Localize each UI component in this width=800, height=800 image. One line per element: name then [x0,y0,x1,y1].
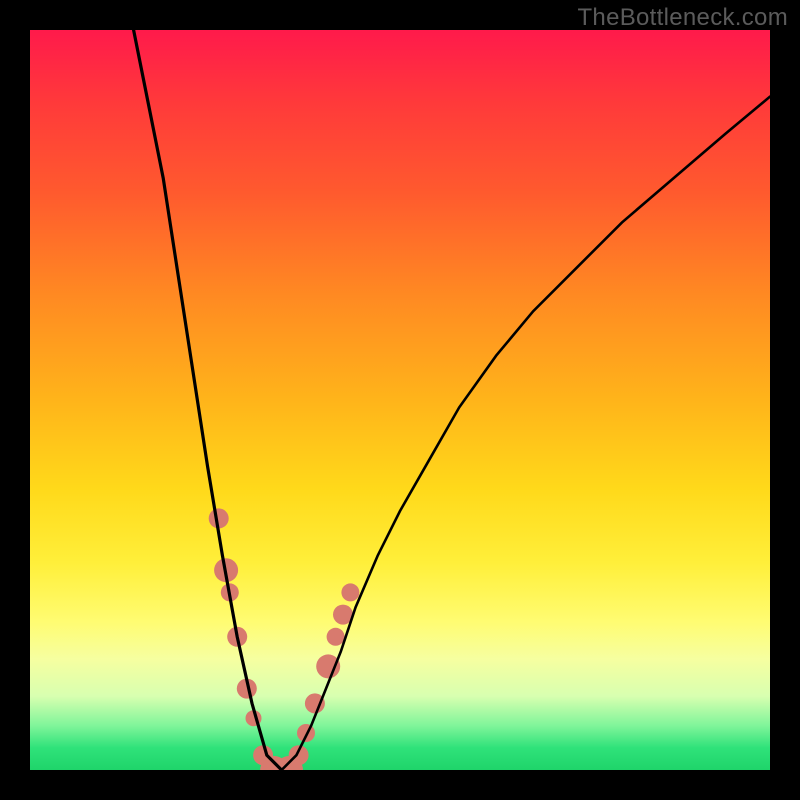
watermark-text: TheBottleneck.com [577,4,788,32]
optimal-marker [316,654,340,678]
plot-area [30,30,770,770]
optimal-marker [297,724,315,742]
bottleneck-curve-svg [30,30,770,770]
marker-layer [209,508,360,770]
left-branch-path [134,30,282,770]
chart-frame: TheBottleneck.com [0,0,800,800]
optimal-marker [327,628,345,646]
optimal-marker [341,583,359,601]
right-branch-path [282,97,770,770]
